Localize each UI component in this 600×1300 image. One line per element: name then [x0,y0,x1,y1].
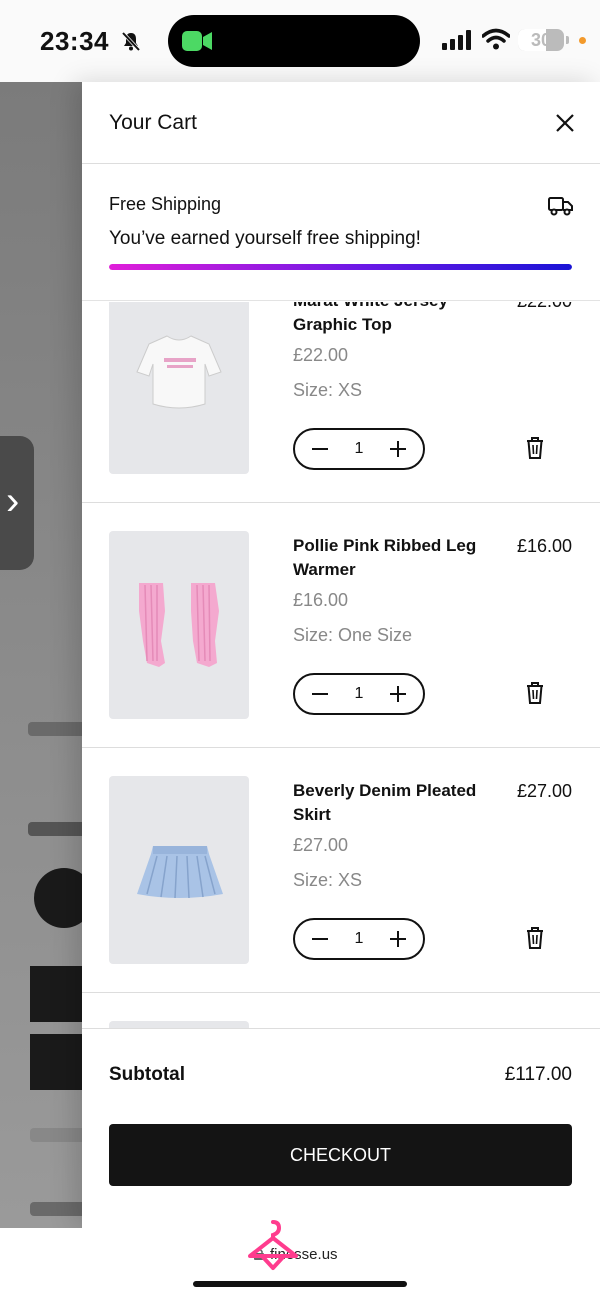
cart-footer: Subtotal £117.00 CHECKOUT [82,1028,600,1228]
status-bar: 23:34 30 [0,0,600,82]
product-image[interactable] [109,531,249,719]
shipping-progress-bar [109,264,572,270]
cart-item: Beverly Denim Pleated Skirt £27.00 £27.00 S… [82,748,600,993]
home-indicator [193,1281,407,1287]
plus-icon[interactable] [377,675,419,713]
quantity-stepper: 1 [293,673,425,715]
product-image[interactable] [109,776,249,964]
quantity-stepper: 1 [293,428,425,470]
plus-icon[interactable] [377,430,419,468]
cart-item-partial [82,993,600,1029]
battery-icon: 30 [518,29,564,51]
cellular-signal-icon [442,30,471,50]
side-tab-expand[interactable]: › [0,436,34,570]
wifi-icon [482,28,510,50]
cart-title: Your Cart [109,111,197,134]
line-price: £22.00 [517,302,572,313]
shipping-message: You’ve earned yourself free shipping! [109,228,421,249]
product-size: Size: XS [293,380,363,400]
line-price: £16.00 [516,536,572,556]
product-name[interactable]: Marat White Jersey Graphic Top [293,302,493,337]
privacy-indicator-dot [579,37,586,44]
cart-item: Pollie Pink Ribbed Leg Warmer £16.00 £16.0… [82,503,600,748]
background-page [0,82,82,1228]
line-price: £27.00 [516,781,572,801]
quantity-stepper: 1 [293,918,425,960]
browser-bottom-bar: finesse.us [0,1220,600,1300]
cart-header: Your Cart [82,82,600,164]
trash-icon[interactable] [524,681,546,705]
product-size: Size: One Size [293,625,413,645]
subtotal-value: £117.00 [504,1064,572,1085]
close-icon[interactable] [554,112,576,134]
battery-tip [566,36,569,44]
cart-drawer: Your Cart Free Shipping You’ve earned yo… [82,82,600,1228]
bell-muted-icon [121,31,141,52]
trash-icon[interactable] [524,926,546,950]
unit-price: £16.00 [293,590,349,610]
cart-items-list[interactable]: Marat White Jersey Graphic Top £22.00 £22.… [82,302,600,1029]
checkout-button[interactable]: CHECKOUT [109,1124,572,1186]
shipping-progress-fill [109,264,572,270]
trash-icon[interactable] [524,436,546,460]
quantity-value: 1 [354,930,364,947]
battery-level: 30 [530,30,552,50]
minus-icon[interactable] [299,920,341,958]
quantity-value: 1 [354,685,364,702]
quantity-value: 1 [354,440,364,457]
hanger-logo-icon [248,1220,298,1270]
product-name[interactable]: Beverly Denim Pleated Skirt [293,779,493,827]
unit-price: £22.00 [293,345,349,365]
dynamic-island [168,15,420,67]
product-name[interactable]: Pollie Pink Ribbed Leg Warmer [293,534,493,582]
shipping-title: Free Shipping [109,194,222,214]
cart-item: Marat White Jersey Graphic Top £22.00 £22.… [82,302,600,503]
status-time: 23:34 [40,26,109,56]
free-shipping-banner: Free Shipping You’ve earned yourself fre… [82,164,600,301]
minus-icon[interactable] [299,430,341,468]
unit-price: £27.00 [293,835,349,855]
facetime-icon [182,31,212,51]
chevron-right-icon: › [6,479,20,523]
product-size: Size: XS [293,870,363,890]
subtotal-label: Subtotal [109,1064,185,1085]
truck-icon [548,197,573,216]
product-image[interactable] [109,302,249,474]
minus-icon[interactable] [299,675,341,713]
plus-icon[interactable] [377,920,419,958]
